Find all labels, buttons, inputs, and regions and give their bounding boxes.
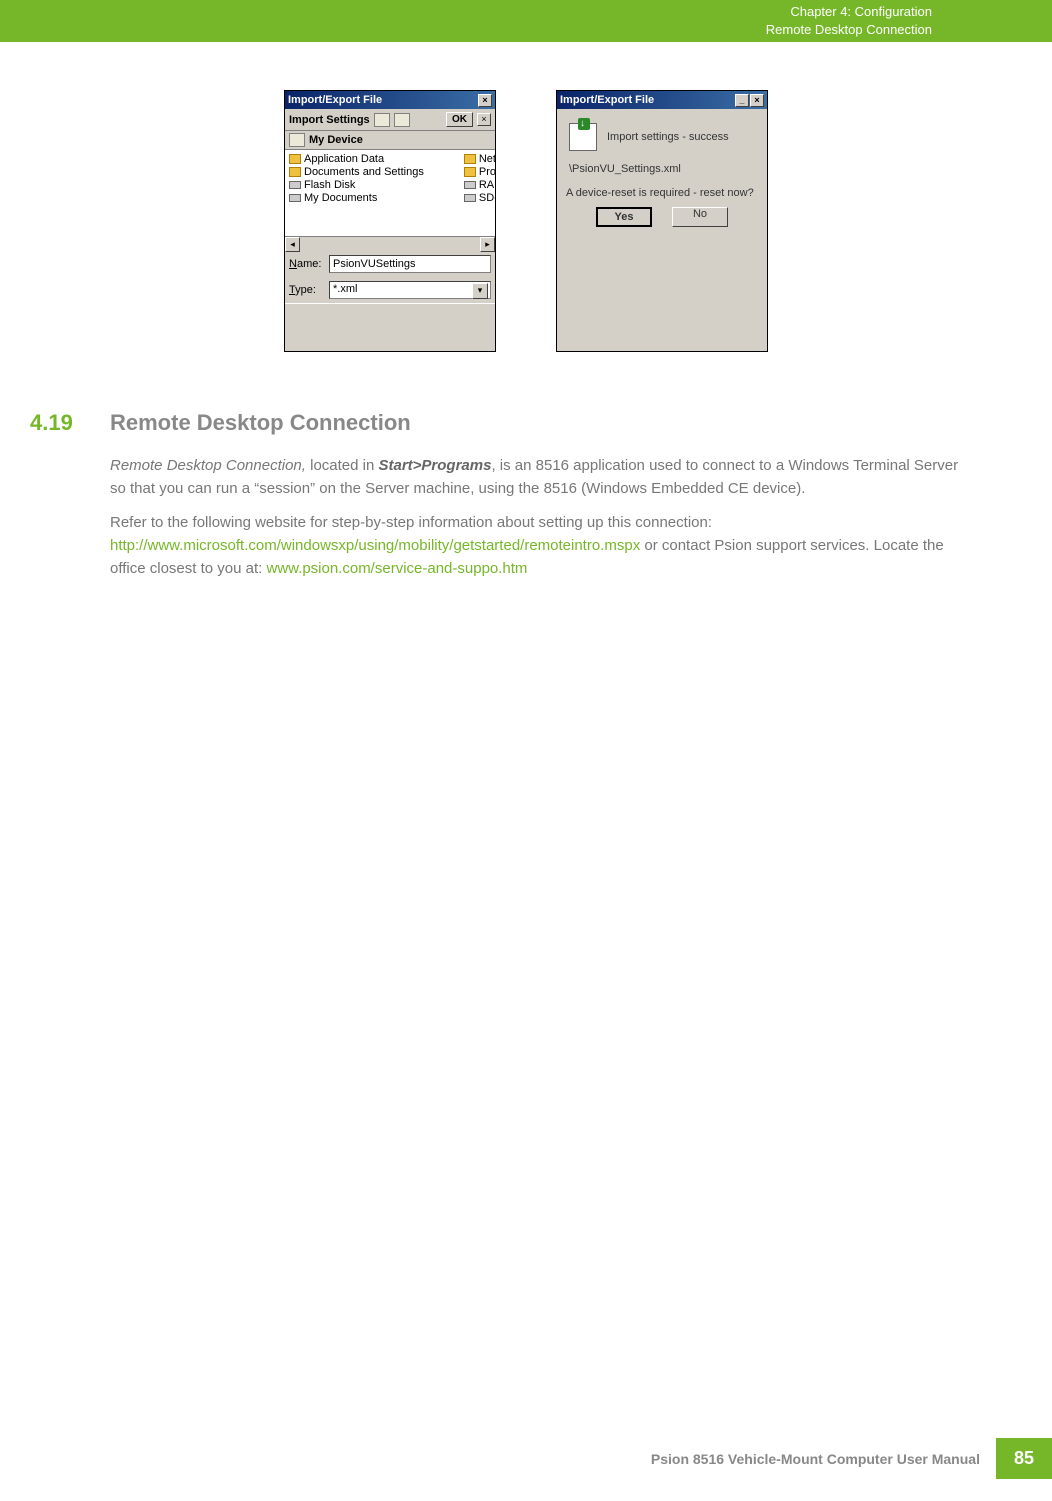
header-chapter: Chapter 4: Configuration xyxy=(766,3,932,21)
minimize-icon[interactable]: _ xyxy=(735,94,749,107)
horizontal-scrollbar[interactable]: ◂ ▸ xyxy=(285,236,495,251)
list-item[interactable]: Progra xyxy=(479,166,495,178)
name-label: Name: xyxy=(289,258,325,270)
section-number: 4.19 xyxy=(30,410,82,436)
status-bar xyxy=(285,303,495,323)
import-export-file-dialog: Import/Export File × Import Settings OK … xyxy=(284,90,496,352)
list-item[interactable]: Netwo xyxy=(479,153,495,165)
import-success-icon xyxy=(569,123,597,151)
psion-link[interactable]: www.psion.com/service-and-suppo.htm xyxy=(266,560,527,577)
location-bar: My Device xyxy=(285,131,495,150)
folder-icon xyxy=(464,154,476,164)
paragraph-2: Refer to the following website for step-… xyxy=(110,511,960,581)
header-section: Remote Desktop Connection xyxy=(766,21,932,39)
list-item[interactable]: SD-MN xyxy=(479,192,495,204)
file-path: \PsionVU_Settings.xml xyxy=(565,161,759,185)
section-title: Remote Desktop Connection xyxy=(110,410,411,436)
folder-up-icon[interactable] xyxy=(374,113,390,127)
scroll-left-icon[interactable]: ◂ xyxy=(285,237,300,252)
import-success-dialog: Import/Export File _ × Import settings -… xyxy=(556,90,768,352)
type-label: Type: xyxy=(289,284,325,296)
paragraph-1: Remote Desktop Connection, located in St… xyxy=(110,454,960,501)
device-icon xyxy=(289,133,305,147)
close-icon[interactable]: × xyxy=(750,94,764,107)
dialog2-titlebar: Import/Export File _ × xyxy=(557,91,767,109)
scroll-right-icon[interactable]: ▸ xyxy=(480,237,495,252)
dialog1-titlebar: Import/Export File × xyxy=(285,91,495,109)
section-4-19: 4.19 Remote Desktop Connection Remote De… xyxy=(0,352,1052,580)
disk-icon xyxy=(289,194,301,202)
close-icon[interactable]: × xyxy=(478,94,492,107)
import-settings-toolbar: Import Settings OK × xyxy=(285,109,495,131)
file-list[interactable]: Application Data Documents and Settings … xyxy=(285,150,495,236)
page-footer: Psion 8516 Vehicle-Mount Computer User M… xyxy=(651,1438,1052,1479)
list-item[interactable]: Documents and Settings xyxy=(304,166,424,178)
dialog1-title: Import/Export File xyxy=(288,94,382,106)
new-folder-icon[interactable] xyxy=(394,113,410,127)
folder-icon xyxy=(464,167,476,177)
list-item[interactable]: My Documents xyxy=(304,192,377,204)
type-dropdown[interactable]: *.xml xyxy=(329,281,491,299)
no-button[interactable]: No xyxy=(672,207,728,227)
list-item[interactable]: RAM D xyxy=(479,179,495,191)
success-message: Import settings - success xyxy=(607,131,729,143)
dialog2-title: Import/Export File xyxy=(560,94,654,106)
name-input[interactable] xyxy=(329,255,491,273)
disk-icon xyxy=(464,194,476,202)
disk-icon xyxy=(464,181,476,189)
page-number: 85 xyxy=(996,1438,1052,1479)
microsoft-link[interactable]: http://www.microsoft.com/windowsxp/using… xyxy=(110,537,640,554)
footer-manual-title: Psion 8516 Vehicle-Mount Computer User M… xyxy=(651,1451,996,1467)
toolbar-label: Import Settings xyxy=(289,114,370,126)
list-item[interactable]: Flash Disk xyxy=(304,179,355,191)
page-header: Chapter 4: Configuration Remote Desktop … xyxy=(0,0,1052,42)
ok-button[interactable]: OK xyxy=(446,112,473,127)
folder-icon xyxy=(289,154,301,164)
list-item[interactable]: Application Data xyxy=(304,153,384,165)
reset-message: A device-reset is required - reset now? xyxy=(565,185,759,207)
close-icon[interactable]: × xyxy=(477,113,491,126)
disk-icon xyxy=(289,181,301,189)
dialog-screenshots: Import/Export File × Import Settings OK … xyxy=(0,90,1052,352)
yes-button[interactable]: Yes xyxy=(596,207,652,227)
device-label: My Device xyxy=(309,134,363,146)
folder-icon xyxy=(289,167,301,177)
